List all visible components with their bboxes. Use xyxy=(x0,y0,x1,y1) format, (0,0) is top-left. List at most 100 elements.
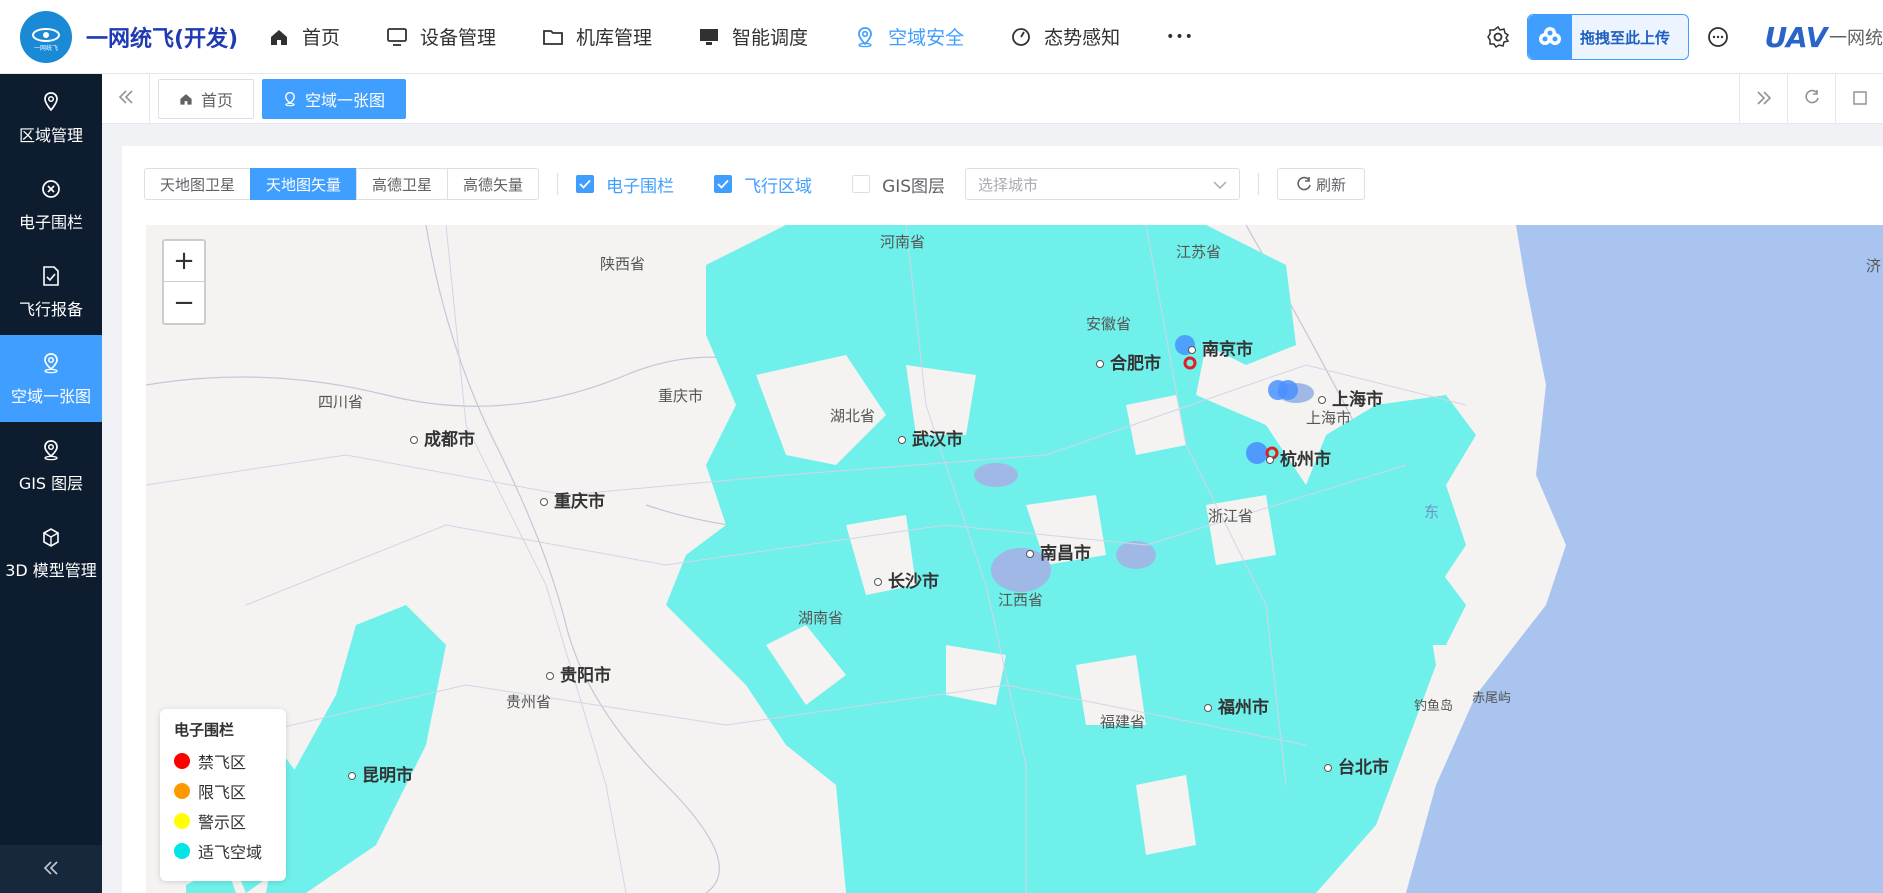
map-type-amap-satellite[interactable]: 高德卫星 xyxy=(356,168,449,200)
zoom-control: + − xyxy=(162,239,206,325)
refresh-button[interactable]: 刷新 xyxy=(1277,168,1366,200)
nav-situation-label: 态势感知 xyxy=(1044,27,1121,49)
nav-smart-dispatch[interactable]: 智能调度 xyxy=(698,23,808,50)
checkbox-checked-icon xyxy=(714,175,733,193)
pin-icon xyxy=(39,90,63,114)
legend-label: 警示区 xyxy=(198,813,247,832)
main-nav: 首页 设备管理 机库管理 智能调度 空域安全 态势感知 ••• xyxy=(268,23,1240,50)
sidebar-item-flight-report[interactable]: 飞行报备 xyxy=(0,248,102,335)
sidebar-item-label: GIS 图层 xyxy=(18,473,84,493)
sidebar-item-3d-model[interactable]: 3D 模型管理 xyxy=(0,509,102,596)
refresh-icon xyxy=(1804,89,1820,109)
tabs-menu-button[interactable] xyxy=(1835,74,1883,124)
legend-dot-yellow-icon xyxy=(174,813,190,829)
map-label-province: 上海市 xyxy=(1306,409,1352,427)
legend-dot-cyan-icon xyxy=(174,843,190,859)
app-title: 一网统飞(开发) xyxy=(86,26,239,52)
map-label-province: 四川省 xyxy=(318,393,364,411)
checkbox-label: 电子围栏 xyxy=(606,176,675,197)
tabs-scroll-left-button[interactable] xyxy=(102,73,150,124)
folder-icon xyxy=(542,26,564,48)
top-header: 一网统飞 一网统飞(开发) 首页 设备管理 机库管理 智能调度 空域安全 态势感… xyxy=(0,0,1883,74)
zoom-out-button[interactable]: − xyxy=(164,282,204,323)
menu-icon xyxy=(1852,90,1867,109)
checkbox-label: 飞行区域 xyxy=(744,176,813,197)
map-label-province: 福建省 xyxy=(1100,713,1146,731)
nav-home-label: 首页 xyxy=(302,27,341,49)
map-label-city: 上海市 xyxy=(1318,385,1383,410)
legend-dot-red-icon xyxy=(174,753,190,769)
map-label-city: 福州市 xyxy=(1204,693,1269,718)
map-label-city: 长沙市 xyxy=(874,567,939,592)
logo-text: 一网统飞 xyxy=(34,44,58,52)
map-label-city: 杭州市 xyxy=(1266,445,1331,470)
double-chevron-left-icon xyxy=(118,89,134,108)
legend-label: 禁飞区 xyxy=(198,753,247,772)
legend-item: 禁飞区 xyxy=(174,746,272,776)
sidebar-item-label: 电子围栏 xyxy=(18,212,83,232)
checkbox-flight-area[interactable]: 飞行区域 xyxy=(714,172,812,197)
checkbox-unchecked-icon xyxy=(852,175,871,193)
sidebar-item-gis-layer[interactable]: GIS 图层 xyxy=(0,422,102,509)
upload-dropzone-button[interactable]: 拖拽至此上传 xyxy=(1527,14,1689,60)
city-select-placeholder: 选择城市 xyxy=(978,175,1039,194)
map-label-city: 南京市 xyxy=(1188,335,1253,360)
nav-device-label: 设备管理 xyxy=(420,27,497,49)
nav-hangar-management[interactable]: 机库管理 xyxy=(542,23,652,50)
user-name: 一网统 xyxy=(1829,28,1883,49)
location-user-icon xyxy=(39,438,63,462)
nav-more[interactable]: ••• xyxy=(1166,29,1194,45)
nav-device-management[interactable]: 设备管理 xyxy=(386,23,496,50)
map-type-tianditu-satellite[interactable]: 天地图卫星 xyxy=(144,168,252,200)
tab-airspace-map[interactable]: 空域一张图 xyxy=(262,78,407,119)
monitor-icon xyxy=(386,26,408,48)
tabs-scroll-right-button[interactable] xyxy=(1739,74,1787,124)
drone-marker xyxy=(1278,380,1298,400)
map-label-city: 贵阳市 xyxy=(546,661,611,686)
screen-icon xyxy=(698,26,720,48)
airspace-map[interactable]: + − 河南省 陕西省 江苏省 安徽省 四川省 重庆市 湖北省 上海市 浙江省 … xyxy=(146,225,1883,893)
user-menu[interactable]: UAV 一网统 xyxy=(1765,14,1883,60)
chevron-down-icon xyxy=(1213,175,1227,193)
divider xyxy=(557,173,559,195)
content-panel: 天地图卫星 天地图矢量 高德卫星 高德矢量 电子围栏 飞行区域 GIS图层 选择… xyxy=(122,146,1883,893)
checkbox-gis-layer[interactable]: GIS图层 xyxy=(852,172,945,197)
tab-label: 首页 xyxy=(201,90,234,110)
zoom-in-button[interactable]: + xyxy=(164,241,204,282)
map-label-city: 重庆市 xyxy=(540,487,605,512)
map-label-province: 湖北省 xyxy=(830,407,876,425)
nav-home[interactable]: 首页 xyxy=(268,23,340,50)
tabs-bar: 首页 空域一张图 xyxy=(102,73,1883,124)
double-chevron-left-icon xyxy=(43,860,59,879)
map-label-city: 南昌市 xyxy=(1026,539,1091,564)
refresh-icon xyxy=(1296,176,1312,192)
city-select[interactable]: 选择城市 xyxy=(965,168,1241,200)
map-type-tianditu-vector[interactable]: 天地图矢量 xyxy=(250,168,358,200)
tabs-refresh-button[interactable] xyxy=(1787,74,1835,124)
map-label-island: 赤尾屿 xyxy=(1472,691,1512,706)
tabs-actions xyxy=(1739,74,1883,124)
sidebar-item-area-management[interactable]: 区域管理 xyxy=(0,74,102,161)
document-check-icon xyxy=(39,264,63,288)
message-icon[interactable] xyxy=(1705,24,1731,50)
map-canvas xyxy=(146,225,1883,893)
map-type-amap-vector[interactable]: 高德矢量 xyxy=(447,168,540,200)
gauge-icon xyxy=(1010,26,1032,48)
nav-situation-awareness[interactable]: 态势感知 xyxy=(1010,23,1120,50)
sidebar-item-airspace-map[interactable]: 空域一张图 xyxy=(0,335,102,422)
map-label-province: 江苏省 xyxy=(1176,243,1222,261)
checkbox-checked-icon xyxy=(576,175,595,193)
map-label-province: 陕西省 xyxy=(600,255,646,273)
tab-home[interactable]: 首页 xyxy=(158,78,255,119)
map-label-edge: 济 xyxy=(1866,257,1882,275)
logo-area[interactable]: 一网统飞 一网统飞(开发) xyxy=(0,10,268,63)
sidebar-item-geofence[interactable]: 电子围栏 xyxy=(0,161,102,248)
checkbox-geofence[interactable]: 电子围栏 xyxy=(576,172,674,197)
map-type-switcher: 天地图卫星 天地图矢量 高德卫星 高德矢量 xyxy=(144,168,540,200)
map-label-island: 钓鱼岛 xyxy=(1414,699,1454,714)
drone-marker xyxy=(1246,442,1268,464)
map-label-city: 成都市 xyxy=(410,425,475,450)
nav-airspace-safety[interactable]: 空域安全 xyxy=(854,23,964,50)
settings-gear-icon[interactable] xyxy=(1485,24,1511,50)
sidebar-collapse-button[interactable] xyxy=(0,845,102,893)
